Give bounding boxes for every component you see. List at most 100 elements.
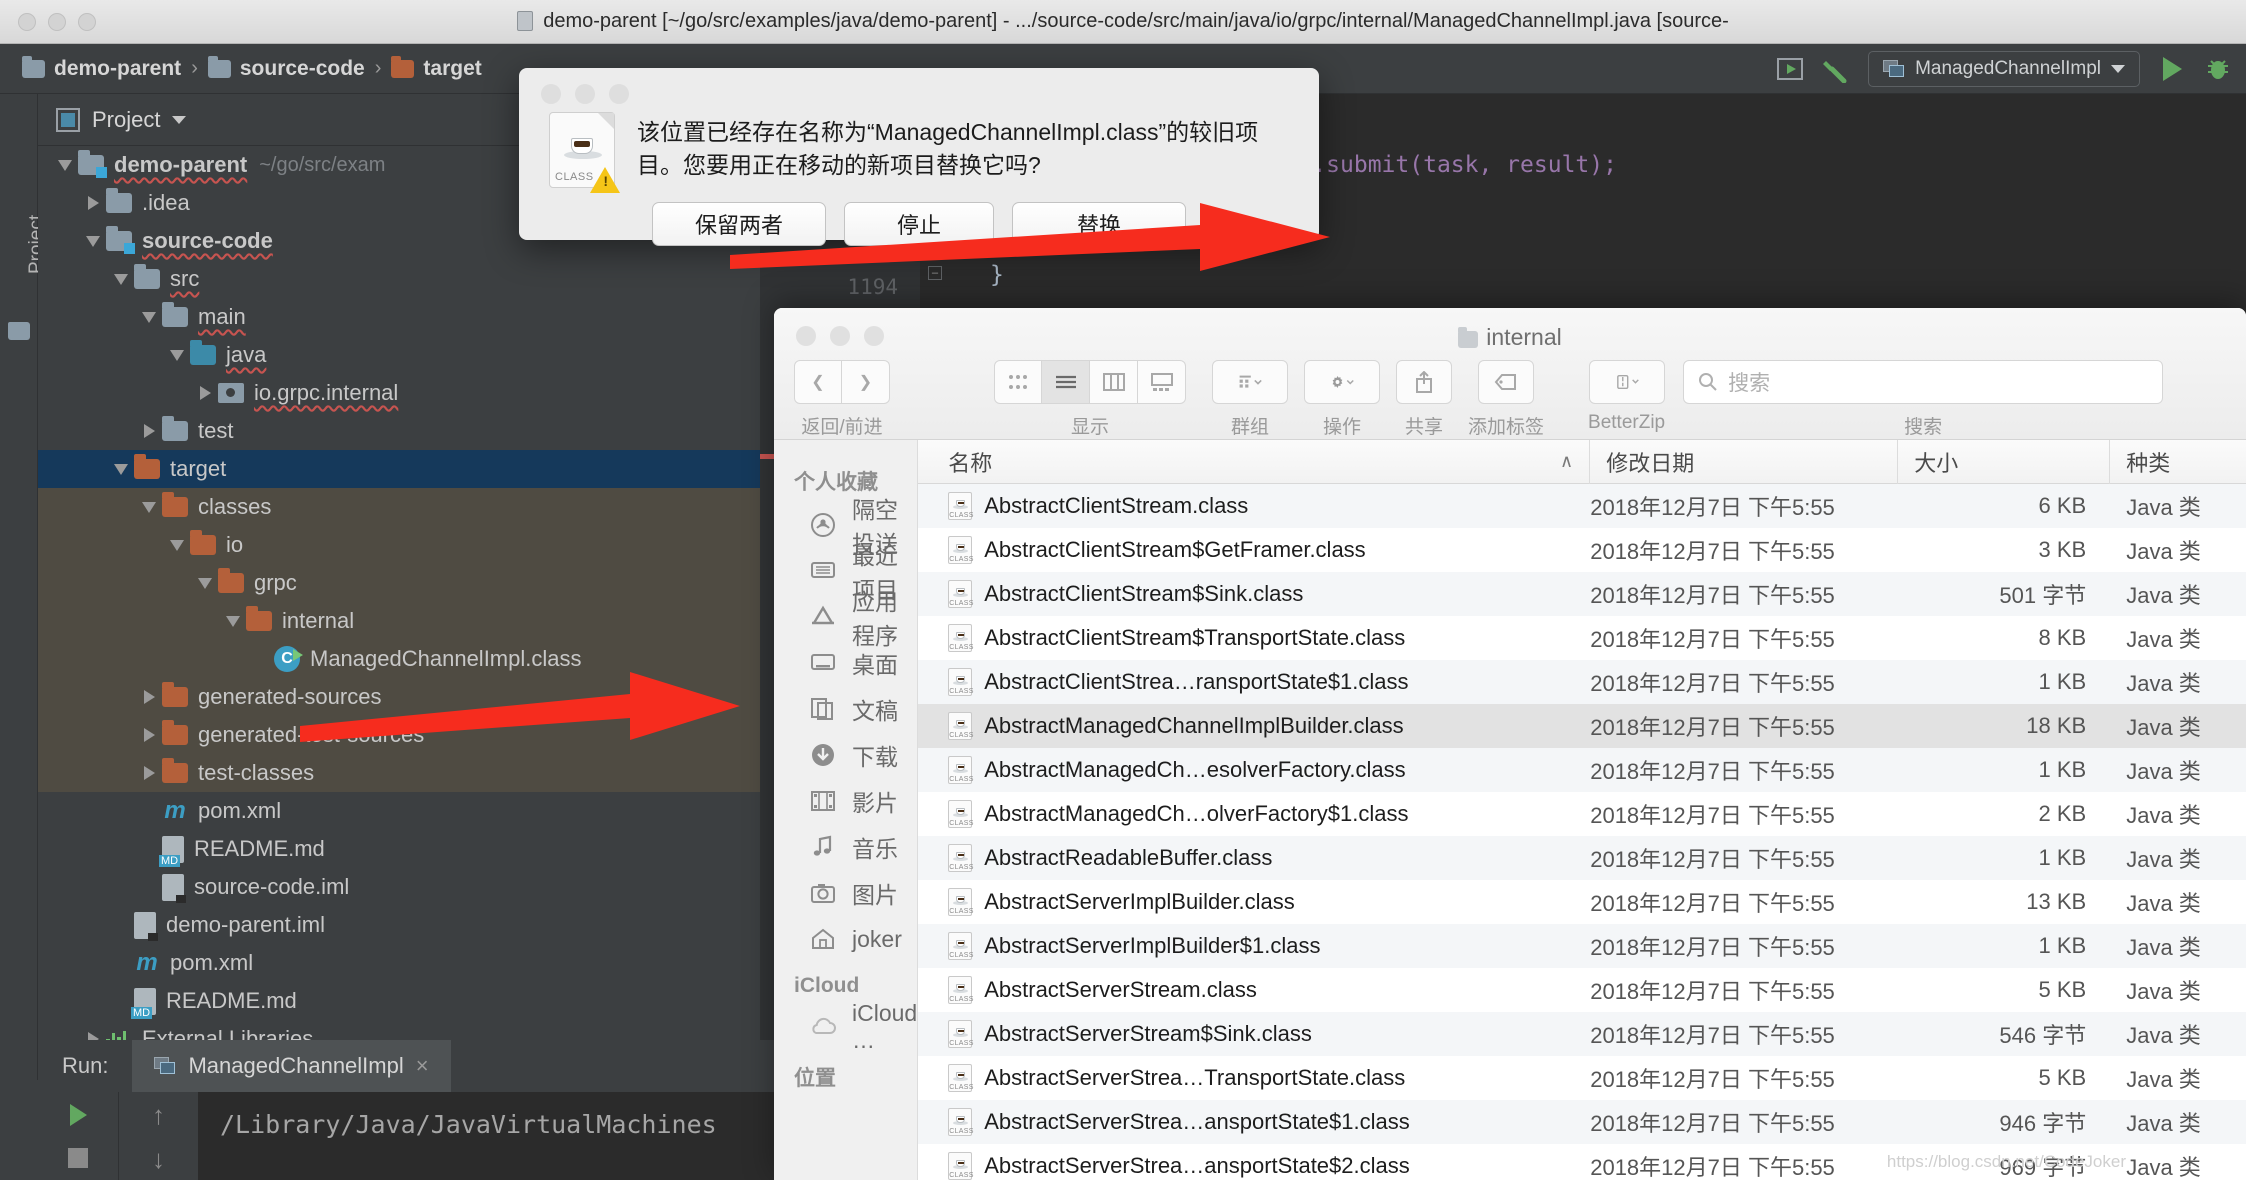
table-row[interactable]: CLASSAbstractClientStream$TransportState… [918, 616, 2246, 660]
tag-icon[interactable] [1478, 360, 1534, 404]
finder-sidebar[interactable]: 个人收藏隔空投送最近项目应用程序桌面文稿下载影片音乐图片jokeriCloudi… [774, 440, 918, 1180]
sidebar-item-影片[interactable]: 影片 [774, 778, 917, 824]
betterzip-icon[interactable] [1589, 360, 1665, 404]
replace-confirm-dialog[interactable]: CLASS ! 该位置已经存在名称为“ManagedChannelImpl.cl… [519, 68, 1319, 240]
file-rows-container[interactable]: CLASSAbstractClientStream.class2018年12月7… [918, 484, 2246, 1180]
chevron-down-icon[interactable] [2111, 65, 2125, 73]
sidebar-item-桌面[interactable]: 桌面 [774, 640, 917, 686]
finder-toolbar[interactable]: ❮ ❯ 返回/前进 [774, 360, 2246, 439]
column-header-size[interactable]: 大小 [1898, 440, 2110, 484]
toolbar-group-share[interactable]: 共享 [1396, 360, 1452, 439]
tree-node-target[interactable]: target [38, 450, 760, 488]
gallery-view-icon[interactable] [1138, 360, 1186, 404]
chevron-down-icon[interactable] [192, 578, 218, 589]
stop-icon[interactable] [68, 1148, 88, 1168]
chevron-right-icon[interactable] [136, 690, 162, 704]
sidebar-item-应用程序[interactable]: 应用程序 [774, 594, 917, 640]
finder-window[interactable]: internal ❮ ❯ 返回/前进 [774, 308, 2246, 1180]
tree-node-demo-parent-iml[interactable]: demo-parent.iml [38, 906, 760, 944]
toolbar-group-view[interactable]: 显示 [994, 360, 1186, 439]
down-arrow-icon[interactable]: ↓ [152, 1148, 165, 1170]
toolbar-group-search[interactable]: 搜索 搜索 [1683, 360, 2163, 439]
close-icon[interactable]: × [416, 1053, 429, 1079]
share-icon[interactable] [1396, 360, 1452, 404]
run-button[interactable] [2158, 55, 2186, 83]
tree-node-external-libraries[interactable]: External Libraries [38, 1020, 760, 1040]
tree-node-internal[interactable]: internal [38, 602, 760, 640]
tree-node-readme-md[interactable]: README.md [38, 830, 760, 868]
project-tree[interactable]: demo-parent~/go/src/exam.ideasource-code… [38, 146, 760, 1040]
table-row[interactable]: CLASSAbstractManagedCh…olverFactory$1.cl… [918, 792, 2246, 836]
table-row[interactable]: CLASSAbstractClientStream$GetFramer.clas… [918, 528, 2246, 572]
forward-icon[interactable]: ❯ [842, 360, 890, 404]
chevron-right-icon[interactable] [136, 728, 162, 742]
tree-node-generated-test-sources[interactable]: generated-test-sources [38, 716, 760, 754]
run-controls-col-b[interactable]: ↑ ↓ [118, 1092, 198, 1180]
tree-node-test[interactable]: test [38, 412, 760, 450]
chevron-right-icon[interactable] [80, 1032, 106, 1040]
tree-node-pom-xml[interactable]: mpom.xml [38, 792, 760, 830]
breadcrumb[interactable]: demo-parent›source-code›target [22, 57, 482, 81]
column-header-date[interactable]: 修改日期 [1590, 440, 1898, 484]
file-list-header[interactable]: 名称 ∧ 修改日期 大小 种类 [918, 440, 2246, 484]
chevron-down-icon[interactable] [220, 616, 246, 627]
minimize-window-button[interactable] [575, 84, 595, 104]
chevron-right-icon[interactable] [192, 386, 218, 400]
tree-node-io[interactable]: io [38, 526, 760, 564]
sidebar-item-joker[interactable]: joker [774, 916, 917, 962]
toolbar-group-addtag[interactable]: 添加标签 [1468, 360, 1544, 439]
toolbar-group-groupby[interactable]: 群组 [1212, 360, 1288, 439]
build-hammer-icon[interactable] [1822, 55, 1850, 83]
debug-bug-icon[interactable] [2204, 55, 2232, 83]
back-icon[interactable]: ❮ [794, 360, 842, 404]
chevron-down-icon[interactable] [172, 116, 186, 124]
keep-both-button[interactable]: 保留两者 [652, 202, 826, 246]
column-header-name[interactable]: 名称 ∧ [918, 440, 1590, 484]
rerun-icon[interactable] [70, 1104, 87, 1126]
table-row[interactable]: CLASSAbstractClientStream.class2018年12月7… [918, 484, 2246, 528]
stop-button[interactable]: 停止 [844, 202, 994, 246]
replace-button[interactable]: 替换 [1012, 202, 1186, 246]
table-row[interactable]: CLASSAbstractClientStrea…ransportState$1… [918, 660, 2246, 704]
table-row[interactable]: CLASSAbstractManagedChannelImplBuilder.c… [918, 704, 2246, 748]
list-view-icon[interactable] [1042, 360, 1090, 404]
tree-node-io-grpc-internal[interactable]: io.grpc.internal [38, 374, 760, 412]
run-tab-managedchannelimpl[interactable]: ManagedChannelImpl × [132, 1040, 450, 1092]
breadcrumb-item-target[interactable]: target [391, 57, 481, 81]
tree-node-pom-xml[interactable]: mpom.xml [38, 944, 760, 982]
table-row[interactable]: CLASSAbstractServerImplBuilder$1.class20… [918, 924, 2246, 968]
tree-node-source-code-iml[interactable]: source-code.iml [38, 868, 760, 906]
group-by-icon[interactable] [1212, 360, 1288, 404]
tree-node-readme-md[interactable]: README.md [38, 982, 760, 1020]
tree-node-grpc[interactable]: grpc [38, 564, 760, 602]
dialog-window-controls[interactable] [519, 68, 1319, 104]
breadcrumb-item-demo-parent[interactable]: demo-parent [22, 57, 181, 81]
chevron-down-icon[interactable] [52, 160, 78, 171]
run-dashboard-icon[interactable] [1776, 55, 1804, 83]
sidebar-item-下载[interactable]: 下载 [774, 732, 917, 778]
chevron-down-icon[interactable] [108, 464, 134, 475]
table-row[interactable]: CLASSAbstractServerImplBuilder.class2018… [918, 880, 2246, 924]
tree-node-managedchannelimpl-class[interactable]: CManagedChannelImpl.class [38, 640, 760, 678]
up-arrow-icon[interactable]: ↑ [152, 1104, 165, 1126]
breadcrumb-item-source-code[interactable]: source-code [208, 57, 365, 81]
column-view-icon[interactable] [1090, 360, 1138, 404]
tree-node-main[interactable]: main [38, 298, 760, 336]
table-row[interactable]: CLASSAbstractManagedCh…esolverFactory.cl… [918, 748, 2246, 792]
table-row[interactable]: CLASSAbstractServerStream.class2018年12月7… [918, 968, 2246, 1012]
back-forward-segment[interactable]: ❮ ❯ [794, 360, 890, 404]
chevron-down-icon[interactable] [136, 502, 162, 513]
close-window-button[interactable] [541, 84, 561, 104]
chevron-down-icon[interactable] [164, 540, 190, 551]
table-row[interactable]: CLASSAbstractClientStream$Sink.class2018… [918, 572, 2246, 616]
tree-node-java[interactable]: java [38, 336, 760, 374]
sidebar-item-文稿[interactable]: 文稿 [774, 686, 917, 732]
fold-marker-icon[interactable]: − [928, 266, 942, 280]
sidebar-item-图片[interactable]: 图片 [774, 870, 917, 916]
table-row[interactable]: CLASSAbstractServerStrea…ansportState$1.… [918, 1100, 2246, 1144]
tree-node-generated-sources[interactable]: generated-sources [38, 678, 760, 716]
view-mode-segment[interactable] [994, 360, 1186, 404]
toolbar-group-betterzip[interactable]: BetterZip [1588, 360, 1665, 434]
table-row[interactable]: CLASSAbstractReadableBuffer.class2018年12… [918, 836, 2246, 880]
toolbar-group-back-forward[interactable]: ❮ ❯ 返回/前进 [794, 360, 890, 439]
